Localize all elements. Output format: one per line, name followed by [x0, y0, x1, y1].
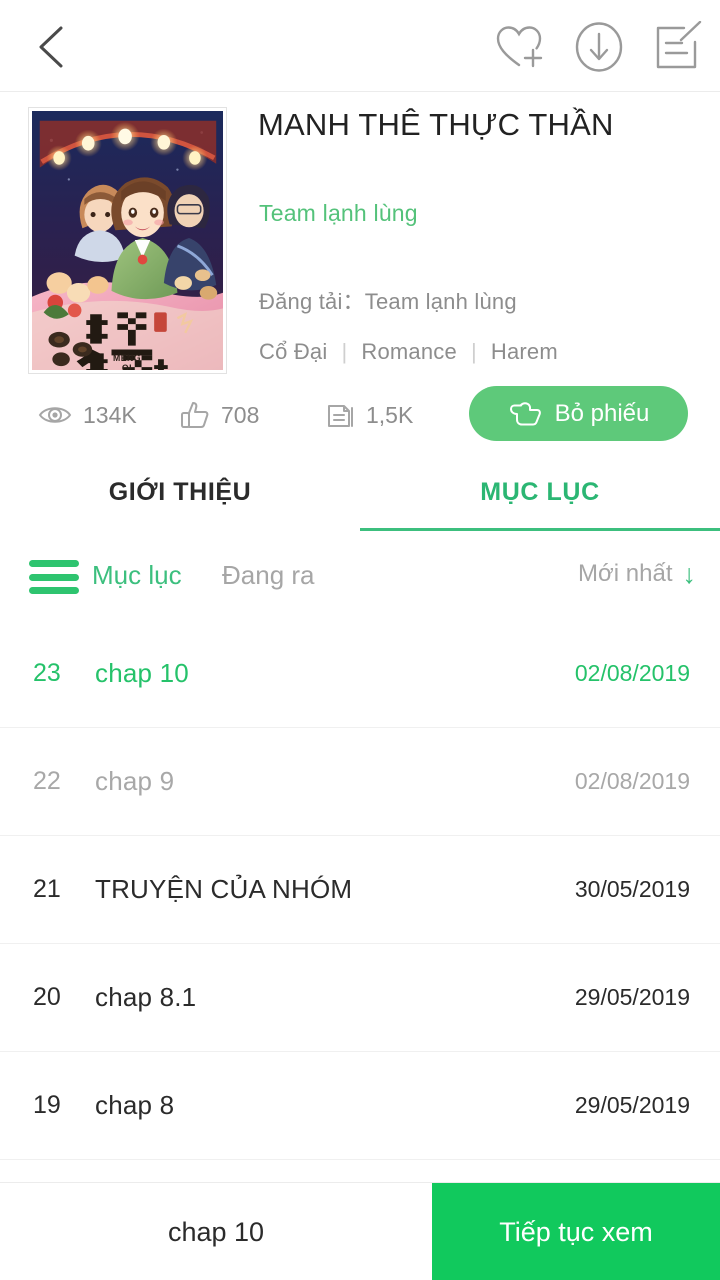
genre-tag-1[interactable]: Romance: [361, 339, 457, 365]
active-tab-underline: [360, 528, 720, 531]
table-row[interactable]: 23 chap 10 02/08/2019: [0, 620, 720, 728]
content-tabs: GIỚI THIỆU MỤC LỤC: [0, 452, 720, 534]
favorite-add-button[interactable]: [494, 20, 548, 74]
download-button[interactable]: [572, 20, 626, 74]
cover-artwork: MENG QI: [32, 111, 223, 370]
likes-stat: 708: [180, 384, 259, 446]
sort-arrow-down-icon: ↓: [682, 558, 697, 589]
note-edit-icon: [656, 21, 702, 69]
chapter-list[interactable]: 23 chap 10 02/08/2019 22 chap 9 02/08/20…: [0, 620, 720, 1160]
table-row[interactable]: 20 chap 8.1 29/05/2019: [0, 944, 720, 1052]
hamburger-bar: [29, 573, 79, 581]
chapter-date: 29/05/2019: [574, 1092, 690, 1118]
chapter-number: 23: [33, 659, 61, 687]
top-bar-actions: [494, 18, 704, 76]
filter-index[interactable]: Mục lục: [92, 560, 182, 591]
views-count: 134K: [83, 401, 137, 428]
chapter-number: 19: [33, 1091, 61, 1119]
comic-uploader: Đăng tải：Team lạnh lùng: [259, 284, 517, 316]
comic-genres: Cổ Đại | Romance | Harem: [259, 339, 558, 365]
cover-image[interactable]: MENG QI: [29, 108, 226, 373]
chapter-title: chap 10: [95, 658, 189, 688]
table-row[interactable]: 22 chap 9 02/08/2019: [0, 728, 720, 836]
top-app-bar: [0, 0, 720, 92]
vote-button[interactable]: Bỏ phiếu: [469, 386, 688, 441]
chapter-title: chap 8.1: [95, 982, 197, 1012]
chapter-date: 02/08/2019: [574, 768, 690, 794]
thumbs-up-icon: [181, 402, 209, 428]
filter-status[interactable]: Đang ra: [222, 560, 315, 591]
tab-muc-luc[interactable]: MỤC LỤC: [360, 452, 720, 532]
tickets-stat: 1,5K: [325, 384, 413, 446]
chevron-left-icon: [39, 26, 63, 68]
back-button[interactable]: [22, 18, 80, 76]
download-circle-icon: [575, 22, 623, 72]
likes-count: 708: [221, 401, 260, 428]
bottom-action-bar: chap 10 Tiếp tục xem: [0, 1182, 720, 1280]
tickets-count: 1,5K: [366, 401, 414, 428]
views-stat: 134K: [38, 384, 137, 446]
uploader-value: Team lạnh lùng: [364, 289, 517, 314]
current-chapter-button[interactable]: chap 10: [0, 1183, 432, 1280]
table-row[interactable]: 19 chap 8 29/05/2019: [0, 1052, 720, 1160]
tab-gioi-thieu[interactable]: GIỚI THIỆU: [0, 452, 360, 532]
chapter-number: 22: [33, 767, 61, 795]
stats-row: 134K 708 1,5K Bỏ phiếu: [0, 384, 720, 446]
chapter-date: 02/08/2019: [574, 660, 690, 686]
svg-text:MENG: MENG: [113, 353, 141, 363]
genre-tag-2[interactable]: Harem: [491, 339, 558, 365]
uploader-separator: ：: [342, 289, 365, 314]
chapter-date: 30/05/2019: [574, 876, 690, 902]
ticket-icon: [328, 405, 353, 427]
chapter-filter-row: Mục lục Đang ra Mới nhất ↓: [0, 534, 720, 620]
heart-plus-icon: [496, 26, 543, 68]
vote-button-label: Bỏ phiếu: [554, 399, 650, 427]
chapter-title: chap 8: [95, 1090, 175, 1120]
hamburger-bar: [29, 587, 79, 594]
sort-label: Mới nhất: [578, 560, 673, 587]
genre-separator: |: [341, 339, 348, 364]
genre-separator: |: [470, 339, 477, 364]
hamburger-bar: [29, 560, 79, 567]
svg-text:QI: QI: [122, 363, 132, 370]
uploader-label: Đăng tải: [259, 289, 343, 314]
chapter-number: 21: [33, 875, 61, 903]
continue-reading-button[interactable]: Tiếp tục xem: [432, 1183, 720, 1280]
hand-point-icon: [509, 401, 541, 425]
chapter-number: 20: [33, 983, 61, 1011]
chapter-title: chap 9: [95, 766, 175, 796]
eye-icon: [38, 407, 72, 423]
comic-info-section: MENG QI MANH THÊ THỰC THẦN Team lạnh lùn…: [0, 92, 720, 392]
genre-tag-0[interactable]: Cổ Đại: [259, 339, 327, 365]
comic-title: MANH THÊ THỰC THẦN: [258, 107, 614, 142]
comic-detail-screen: MENG QI MANH THÊ THỰC THẦN Team lạnh lùn…: [0, 0, 720, 1280]
comic-team-link[interactable]: Team lạnh lùng: [259, 200, 418, 227]
sort-control[interactable]: Mới nhất ↓: [578, 560, 696, 588]
hamburger-icon[interactable]: [29, 560, 79, 594]
table-row[interactable]: 21 TRUYỆN CỦA NHÓM 30/05/2019: [0, 836, 720, 944]
comment-edit-button[interactable]: [650, 20, 704, 74]
chapter-date: 29/05/2019: [574, 984, 690, 1010]
chapter-title: TRUYỆN CỦA NHÓM: [95, 874, 353, 904]
